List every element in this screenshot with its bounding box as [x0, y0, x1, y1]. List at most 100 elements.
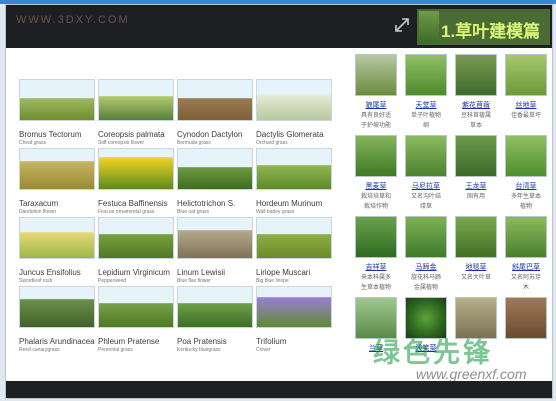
species-card[interactable]: Phleum Pratense Perennial grass	[98, 286, 174, 353]
grass-card[interactable]: 斜尾巴草 又名阿苏芽 木	[505, 216, 547, 292]
title-thumbnail	[419, 11, 439, 43]
species-thumbnail[interactable]	[98, 79, 174, 121]
grass-card[interactable]: 丝地草 佳香最草坪	[505, 54, 547, 120]
grass-thumbnail[interactable]	[505, 297, 547, 339]
species-thumbnail[interactable]	[177, 148, 253, 190]
grass-thumbnail[interactable]	[505, 54, 547, 96]
species-card[interactable]: Poa Pratensis Kentucky bluegrass	[177, 286, 253, 353]
grass-name-link[interactable]: 台湾草	[505, 181, 547, 191]
species-name: Poa Pratensis	[177, 337, 227, 346]
grass-name-link[interactable]: 地毯草	[455, 262, 497, 272]
species-thumbnail[interactable]	[98, 217, 174, 259]
grass-thumbnail[interactable]	[505, 135, 547, 177]
species-name: Coreopsis palmata	[98, 130, 165, 139]
grass-card[interactable]: 马蹄金 旋花科马蹄 金属植物	[405, 216, 447, 292]
grass-card[interactable]: 天堂草 单子叶植物 纲	[405, 54, 447, 130]
species-card[interactable]: Dactylis Glomerata Orchard grass	[256, 79, 332, 146]
species-thumbnail[interactable]	[177, 286, 253, 328]
grass-desc: 木	[522, 285, 529, 291]
grass-card[interactable]: 马尼拉草 又名沟叶结 缕草	[405, 135, 447, 211]
grass-card[interactable]: 吉祥草 来本科属多 生草本植物	[355, 216, 397, 292]
grass-name-link[interactable]: 紫花苜蓿	[455, 100, 497, 110]
grass-thumbnail[interactable]	[355, 135, 397, 177]
species-card[interactable]: Juncus Ensifolius Swordleaf rush	[19, 217, 95, 284]
species-name: Cynodon Dactylon	[177, 130, 243, 139]
species-common-name: Big blue liriope	[256, 278, 289, 284]
species-card[interactable]: Bromus Tectorum Cheat grass	[19, 79, 95, 146]
grass-card[interactable]: 地毯草 又名大叶草	[455, 216, 497, 282]
grass-thumbnail[interactable]	[505, 216, 547, 258]
site-watermark: 绿色先锋	[373, 338, 493, 368]
species-name: Linum Lewisii	[177, 268, 226, 277]
grass-thumbnail[interactable]	[355, 54, 397, 96]
grass-card[interactable]: 紫花苜蓿 豆科苜蓿属 草本	[455, 54, 497, 130]
species-thumbnail[interactable]	[98, 148, 174, 190]
grass-card[interactable]: 王龙草 固有用	[455, 135, 497, 201]
grass-desc: 于护坡功能	[360, 123, 391, 129]
grass-thumbnail[interactable]	[355, 216, 397, 258]
species-name: Liriope Muscari	[256, 268, 311, 277]
species-card[interactable]: Phalaris Arundinacea Reed canarygrass	[19, 286, 95, 353]
species-name: Festuca Baffinensis	[98, 199, 168, 208]
species-common-name: Blue oat grass	[177, 209, 209, 215]
species-thumbnail[interactable]	[177, 217, 253, 259]
species-common-name: Cheat grass	[19, 140, 46, 146]
grass-name-link[interactable]: 天堂草	[405, 100, 447, 110]
species-thumbnail[interactable]	[177, 79, 253, 121]
species-card[interactable]: Trifolium Clover	[256, 286, 332, 353]
species-thumbnail[interactable]	[256, 148, 332, 190]
species-card[interactable]: Cynodon Dactylon Bermuda grass	[177, 79, 253, 146]
species-thumbnail[interactable]	[256, 217, 332, 259]
grass-desc: 豆科苜蓿属	[460, 113, 491, 119]
species-common-name: Dandelion flower	[19, 209, 57, 215]
grass-thumbnail[interactable]	[405, 216, 447, 258]
species-thumbnail[interactable]	[19, 286, 95, 328]
grass-name-link[interactable]: 马蹄金	[405, 262, 447, 272]
species-common-name: Stiff coreopsis flower	[98, 140, 145, 146]
species-card[interactable]: Liriope Muscari Big blue liriope	[256, 217, 332, 284]
species-common-name: Wall barley grass	[256, 209, 295, 215]
grass-name-link[interactable]: 斜尾巴草	[505, 262, 547, 272]
grass-desc: 纲	[422, 123, 429, 129]
species-common-name: Reed canarygrass	[19, 347, 60, 353]
grass-thumbnail[interactable]	[455, 135, 497, 177]
species-thumbnail[interactable]	[98, 286, 174, 328]
grass-name-link[interactable]: 丝地草	[505, 100, 547, 110]
grass-thumbnail[interactable]	[455, 216, 497, 258]
species-thumbnail[interactable]	[19, 217, 95, 259]
species-thumbnail[interactable]	[19, 79, 95, 121]
grass-name-link[interactable]: 吉祥草	[355, 262, 397, 272]
grass-card[interactable]	[505, 297, 547, 339]
species-thumbnail[interactable]	[19, 148, 95, 190]
species-thumbnail[interactable]	[256, 286, 332, 328]
grass-desc: 草本	[469, 123, 482, 129]
grass-thumbnail[interactable]	[405, 54, 447, 96]
species-card[interactable]: Helictotrichon S. Blue oat grass	[177, 148, 253, 215]
grass-name-link[interactable]: 马尼拉草	[405, 181, 447, 191]
species-name: Taraxacum	[19, 199, 59, 208]
grass-desc: 多年生草本	[510, 194, 541, 200]
site-watermark-url: www.greenxf.com	[416, 366, 527, 382]
grass-thumbnail[interactable]	[455, 54, 497, 96]
species-common-name: Blue flax flower	[177, 278, 211, 284]
species-card[interactable]: Taraxacum Dandelion flower	[19, 148, 95, 215]
grass-name-link[interactable]: 黑麦草	[355, 181, 397, 191]
grass-name-link[interactable]: 狼尾草	[355, 100, 397, 110]
grass-desc: 旋花科马蹄	[410, 275, 441, 281]
grass-desc: 又名沟叶结	[410, 194, 441, 200]
header-bar: WWW.3DXY.COM 1.草叶建模篇	[6, 5, 552, 48]
species-thumbnail[interactable]	[256, 79, 332, 121]
species-card[interactable]: Linum Lewisii Blue flax flower	[177, 217, 253, 284]
species-name: Hordeum Murinum	[256, 199, 323, 208]
grass-card[interactable]: 黑麦草 栽培培草和 栽培作物	[355, 135, 397, 211]
grass-thumbnail[interactable]	[405, 135, 447, 177]
species-card[interactable]: Lepidium Virginicum Pepperweed	[98, 217, 174, 284]
grass-card[interactable]: 狼尾草 具有良好适 于护坡功能	[355, 54, 397, 130]
grass-name-link[interactable]: 王龙草	[455, 181, 497, 191]
grass-card[interactable]: 台湾草 多年生草本 植物	[505, 135, 547, 211]
expand-icon[interactable]	[393, 16, 411, 34]
species-card[interactable]: Hordeum Murinum Wall barley grass	[256, 148, 332, 215]
species-common-name: Clover	[256, 347, 271, 353]
species-card[interactable]: Festuca Baffinensis Fescue ornamental gr…	[98, 148, 174, 215]
species-card[interactable]: Coreopsis palmata Stiff coreopsis flower	[98, 79, 174, 146]
